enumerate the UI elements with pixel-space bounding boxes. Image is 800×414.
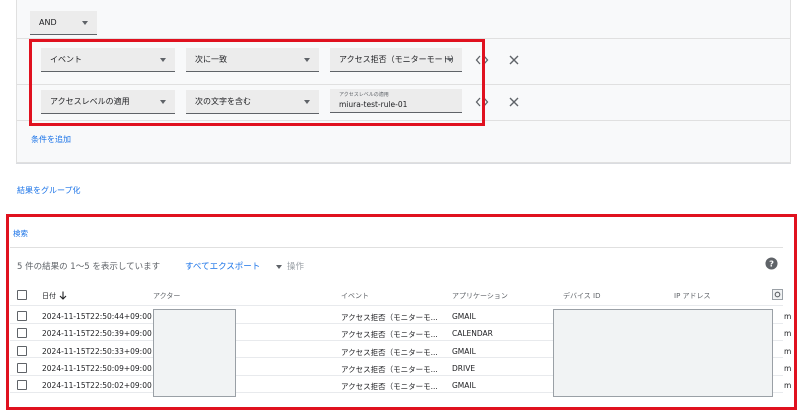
divider	[16, 163, 791, 164]
close-icon[interactable]	[507, 95, 521, 109]
highlight-box-conditions	[29, 39, 485, 126]
group-results-link[interactable]: 結果をグループ化	[17, 185, 81, 196]
highlight-box-results	[6, 214, 797, 410]
add-condition-link[interactable]: 条件を追加	[31, 134, 71, 145]
operator-label: AND	[39, 18, 57, 27]
operator-select[interactable]: AND	[30, 11, 97, 35]
close-icon[interactable]	[507, 53, 521, 67]
chevron-down-icon	[82, 21, 88, 25]
